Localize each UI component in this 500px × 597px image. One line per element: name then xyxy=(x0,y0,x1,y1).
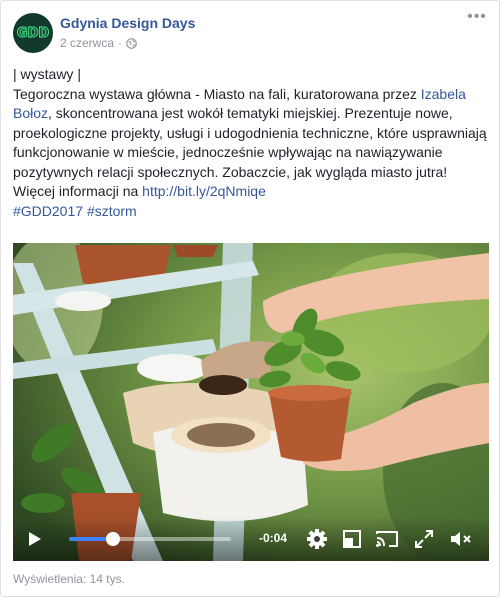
hashtag-link[interactable]: #sztorm xyxy=(87,203,137,219)
expand-icon xyxy=(415,530,433,548)
avatar-logo-text: GDD xyxy=(16,25,50,41)
page-name-link[interactable]: Gdynia Design Days xyxy=(60,15,195,31)
more-info-line: Więcej informacji na http://bit.ly/2qNmi… xyxy=(13,182,489,202)
mute-button[interactable] xyxy=(449,527,473,551)
post-date-link[interactable]: 2 czerwca xyxy=(60,36,114,50)
post-text-body: Tegoroczna wystawa główna - Miasto na fa… xyxy=(13,85,489,183)
more-info-link[interactable]: http://bit.ly/2qNmiqe xyxy=(142,183,266,199)
popout-button[interactable] xyxy=(341,527,363,551)
post-text-part-1: Tegoroczna wystawa główna - Miasto na fa… xyxy=(13,85,421,102)
gear-icon xyxy=(307,529,327,549)
post-header: GDD Gdynia Design Days 2 czerwca · ••• xyxy=(13,9,487,55)
view-count: Wyświetlenia: 14 tys. xyxy=(13,572,125,586)
progress-bar[interactable] xyxy=(69,532,231,546)
more-info-label: Więcej informacji na xyxy=(13,183,143,199)
play-icon xyxy=(29,532,41,546)
hashtags-line: #GDD2017 #sztorm xyxy=(13,202,489,222)
post-text: | wystawy | Tegoroczna wystawa główna - … xyxy=(13,65,489,221)
play-button[interactable] xyxy=(25,527,45,551)
post-text-prefix: | wystawy | xyxy=(13,66,81,82)
fullscreen-button[interactable] xyxy=(413,527,435,551)
cast-icon xyxy=(376,531,398,547)
video-player[interactable]: -0:04 xyxy=(13,243,489,561)
post-text-part-2: , skoncentrowana jest wokół tematyki mie… xyxy=(13,105,487,180)
more-options-icon[interactable]: ••• xyxy=(467,9,487,29)
video-controls: -0:04 xyxy=(13,517,489,561)
popout-icon xyxy=(343,530,361,548)
post-card: GDD Gdynia Design Days 2 czerwca · ••• |… xyxy=(0,0,500,597)
cast-button[interactable] xyxy=(375,527,399,551)
settings-button[interactable] xyxy=(305,527,329,551)
post-meta: 2 czerwca · xyxy=(60,36,137,50)
meta-separator: · xyxy=(118,36,123,50)
hashtag-link[interactable]: #GDD2017 xyxy=(13,203,83,219)
avatar[interactable]: GDD xyxy=(13,13,53,53)
progress-scrubber[interactable] xyxy=(105,532,120,546)
video-frame xyxy=(13,243,489,561)
time-remaining: -0:04 xyxy=(259,531,288,545)
globe-icon[interactable] xyxy=(126,37,137,49)
muted-speaker-icon xyxy=(451,532,471,546)
